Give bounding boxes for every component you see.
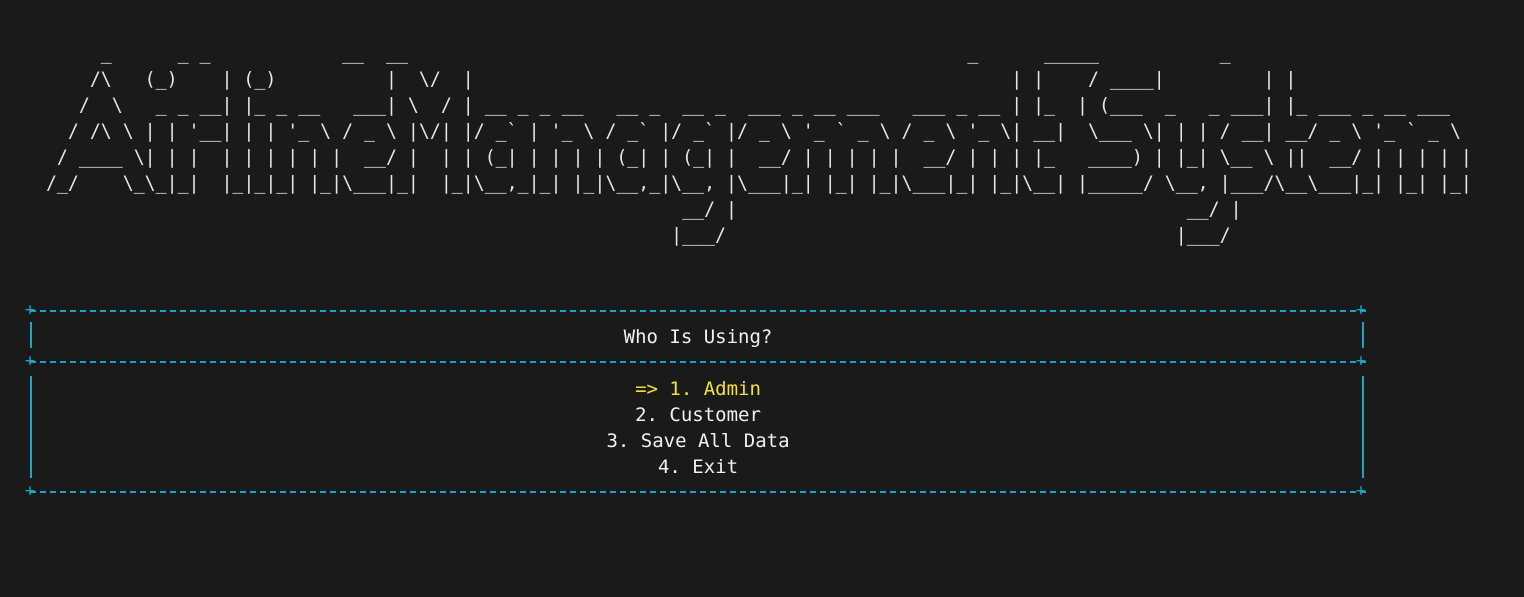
ascii-banner: _ _ _ __ __ _ _____ _ /\ (_) | (_) | \/ … [45,42,1472,246]
corner-bottom-right: + [1355,481,1367,501]
terminal-window: _ _ _ __ __ _ _____ _ /\ (_) | (_) | \/ … [0,0,1524,597]
menu-item-admin[interactable]: => 1. Admin [30,376,1366,402]
box-divider-border [30,361,1366,363]
corner-top-left: + [24,300,36,320]
corner-bottom-left: + [24,481,36,501]
corner-mid-right: + [1355,351,1367,371]
menu-item-save-all-data[interactable]: 3. Save All Data [30,428,1366,454]
user-type-menu: => 1. Admin 2. Customer 3. Save All Data… [30,376,1366,480]
box-bottom-border [30,491,1366,493]
corner-mid-left: + [24,351,36,371]
box-top-border [30,310,1366,312]
menu-item-exit[interactable]: 4. Exit [30,454,1366,480]
prompt-title: Who Is Using? [623,326,773,348]
corner-top-right: + [1355,300,1367,320]
menu-item-customer[interactable]: 2. Customer [30,402,1366,428]
